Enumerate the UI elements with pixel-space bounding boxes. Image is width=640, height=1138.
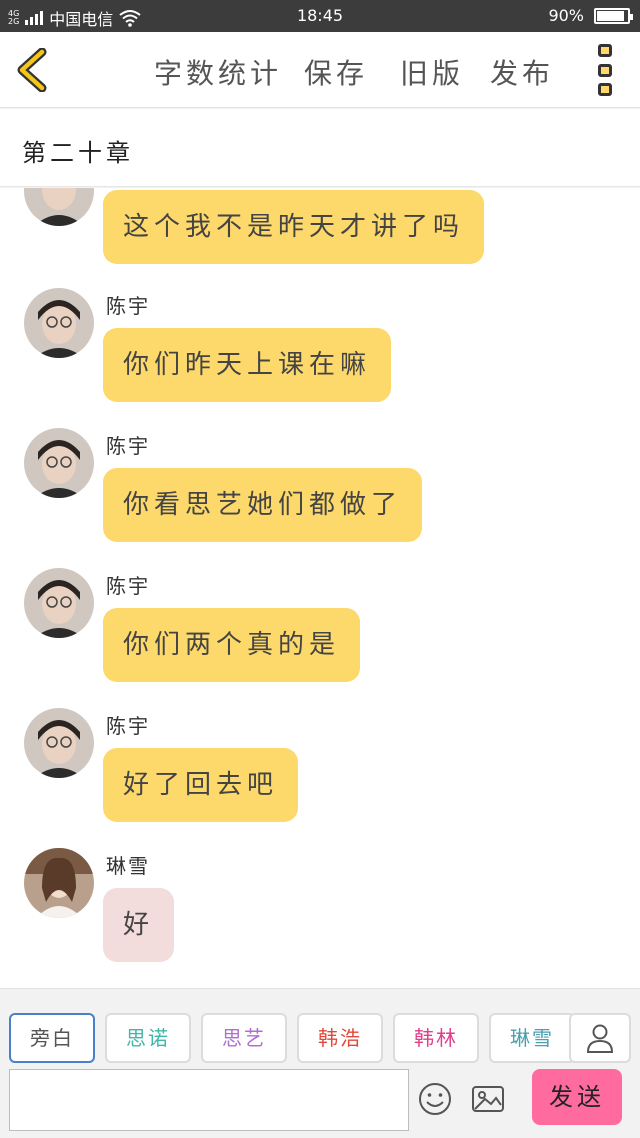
avatar[interactable] <box>24 188 94 226</box>
chapter-header: 第二十章 <box>0 109 640 187</box>
more-vertical-icon[interactable] <box>598 44 618 96</box>
message-bubble[interactable]: 你看思艺她们都做了 <box>103 468 423 542</box>
sender-name: 琳雪 <box>106 854 150 878</box>
status-bar: 4G 2G 中国电信 18:45 90% <box>0 0 640 32</box>
avatar[interactable] <box>24 288 94 358</box>
avatar[interactable] <box>24 848 94 918</box>
user-icon[interactable] <box>569 1013 631 1063</box>
message-bubble[interactable]: 好 <box>103 888 175 962</box>
editor-toolbar: 字数统计 保存 旧版 发布 <box>0 32 640 108</box>
smiley-icon[interactable] <box>417 1081 453 1117</box>
old-version-button[interactable]: 旧版 <box>400 52 464 92</box>
message-bubble[interactable]: 好了回去吧 <box>103 748 299 822</box>
clock: 18:45 <box>296 6 344 25</box>
sender-name: 陈宇 <box>106 714 150 738</box>
publish-button[interactable]: 发布 <box>490 52 554 92</box>
battery-fill <box>597 10 624 21</box>
image-icon[interactable] <box>470 1081 506 1117</box>
send-button[interactable]: 发送 <box>532 1069 622 1125</box>
back-button[interactable] <box>14 47 54 93</box>
battery-icon <box>594 7 633 24</box>
sender-name: 陈宇 <box>106 294 150 318</box>
character-tab-siyi[interactable]: 思艺 <box>201 1013 287 1063</box>
chevron-left-icon <box>17 47 47 93</box>
character-tab-linxue[interactable]: 琳雪 <box>489 1013 575 1063</box>
composer-panel: 旁白 思诺 思艺 韩浩 韩林 琳雪 发送 <box>0 988 640 1138</box>
battery-percent: 90% <box>548 6 584 25</box>
character-tab-sinuo[interactable]: 思诺 <box>105 1013 191 1063</box>
character-tab-narrator[interactable]: 旁白 <box>9 1013 95 1063</box>
save-button[interactable]: 保存 <box>304 52 368 92</box>
message-bubble[interactable]: 你们两个真的是 <box>103 608 361 682</box>
character-tab-hanlin[interactable]: 韩林 <box>393 1013 479 1063</box>
status-right: 90% <box>548 6 633 25</box>
message-bubble[interactable]: 这个我不是昨天才讲了吗 <box>103 190 485 264</box>
avatar[interactable] <box>24 428 94 498</box>
message-input[interactable] <box>9 1069 409 1131</box>
avatar[interactable] <box>24 568 94 638</box>
word-count-button[interactable]: 字数统计 <box>154 52 282 92</box>
sender-name: 陈宇 <box>106 434 150 458</box>
character-tab-hanhao[interactable]: 韩浩 <box>297 1013 383 1063</box>
message-bubble[interactable]: 你们昨天上课在嘛 <box>103 328 392 402</box>
chat-list[interactable]: 这个我不是昨天才讲了吗 陈宇 你们昨天上课在嘛 陈宇 你看思艺她们都做了 陈宇 … <box>0 188 640 988</box>
avatar[interactable] <box>24 708 94 778</box>
chapter-title[interactable]: 第二十章 <box>22 133 134 168</box>
sender-name: 陈宇 <box>106 574 150 598</box>
